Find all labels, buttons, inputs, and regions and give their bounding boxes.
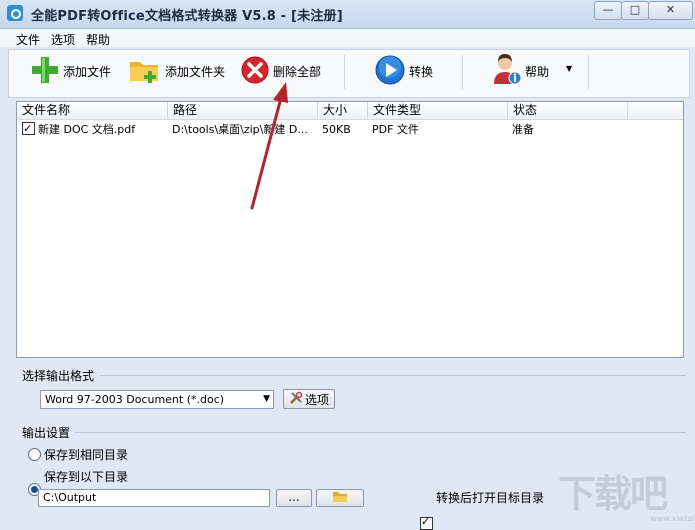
row-file-size: 50KB [322, 123, 351, 136]
convert-label: 转换 [409, 64, 434, 79]
watermark-url: www.xiazaiba.com [650, 514, 695, 523]
options-button[interactable]: 选项 [283, 389, 335, 409]
folder-add-icon [128, 55, 162, 88]
toolbar-separator [462, 55, 463, 89]
row-file-status: 准备 [512, 123, 534, 136]
toolbar-separator [344, 55, 345, 89]
user-help-icon [492, 53, 522, 89]
output-settings-group-title: 输出设置 [22, 426, 71, 440]
options-label: 选项 [304, 392, 329, 407]
file-list[interactable]: 文件名称 路径 大小 文件类型 状态 新建 DOC 文档.pdf D:\tool… [16, 101, 684, 358]
radio-same-dir-label[interactable]: 保存到相同目录 [44, 446, 128, 463]
maximize-button[interactable]: □ [621, 1, 649, 20]
radio-same-dir[interactable] [28, 448, 41, 461]
help-dropdown-arrow-icon[interactable]: ▼ [566, 64, 572, 73]
row-checkbox[interactable] [22, 121, 35, 138]
chevron-down-icon: ▼ [263, 394, 270, 404]
open-folder-button[interactable] [316, 489, 364, 507]
column-header-type[interactable]: 文件类型 [368, 102, 508, 119]
window-title: 全能PDF转Office文档格式转换器 V5.8 - [未注册] [31, 9, 343, 24]
output-format-value: Word 97-2003 Document (*.doc) [45, 393, 225, 406]
browse-button[interactable]: ... [276, 489, 312, 507]
close-button[interactable]: ✕ [648, 1, 693, 20]
plus-icon [30, 55, 60, 88]
open-folder-icon [332, 491, 348, 506]
add-folder-label: 添加文件夹 [165, 64, 226, 79]
open-after-label[interactable]: 转换后打开目标目录 [436, 489, 544, 506]
row-file-type: PDF 文件 [372, 123, 419, 136]
tools-icon [289, 391, 303, 408]
group-divider [75, 432, 686, 433]
open-after-checkbox[interactable] [420, 515, 433, 530]
help-button[interactable]: 帮助 [492, 53, 550, 89]
minimize-button[interactable]: — [594, 1, 622, 20]
column-header-name[interactable]: 文件名称 [17, 102, 168, 119]
menu-file[interactable]: 文件 [16, 31, 40, 48]
column-header-size[interactable]: 大小 [318, 102, 368, 119]
app-icon [7, 5, 23, 21]
file-list-header: 文件名称 路径 大小 文件类型 状态 [17, 102, 683, 120]
output-format-select[interactable]: Word 97-2003 Document (*.doc) ▼ [40, 390, 274, 409]
help-label: 帮助 [525, 64, 550, 79]
annotation-arrow-icon [250, 82, 288, 210]
column-header-status[interactable]: 状态 [508, 102, 628, 119]
menu-help[interactable]: 帮助 [86, 31, 110, 48]
group-divider [100, 375, 686, 376]
add-file-label: 添加文件 [63, 64, 112, 79]
menu-options[interactable]: 选项 [51, 31, 75, 48]
output-format-group-title: 选择输出格式 [22, 369, 95, 383]
play-icon [374, 54, 406, 89]
add-file-button[interactable]: 添加文件 [30, 54, 111, 88]
row-file-name: 新建 DOC 文档.pdf [38, 123, 136, 136]
watermark-logo: 下载吧 [558, 472, 668, 516]
radio-below-dir-label[interactable]: 保存到以下目录 [44, 468, 128, 485]
add-folder-button[interactable]: 添加文件夹 [128, 54, 225, 88]
toolbar-separator [588, 55, 589, 89]
convert-button[interactable]: 转换 [374, 54, 433, 88]
table-row[interactable]: 新建 DOC 文档.pdf D:\tools\桌面\zip\新建 D... 50… [17, 121, 683, 139]
output-path-input[interactable]: C:\Output [38, 489, 270, 507]
